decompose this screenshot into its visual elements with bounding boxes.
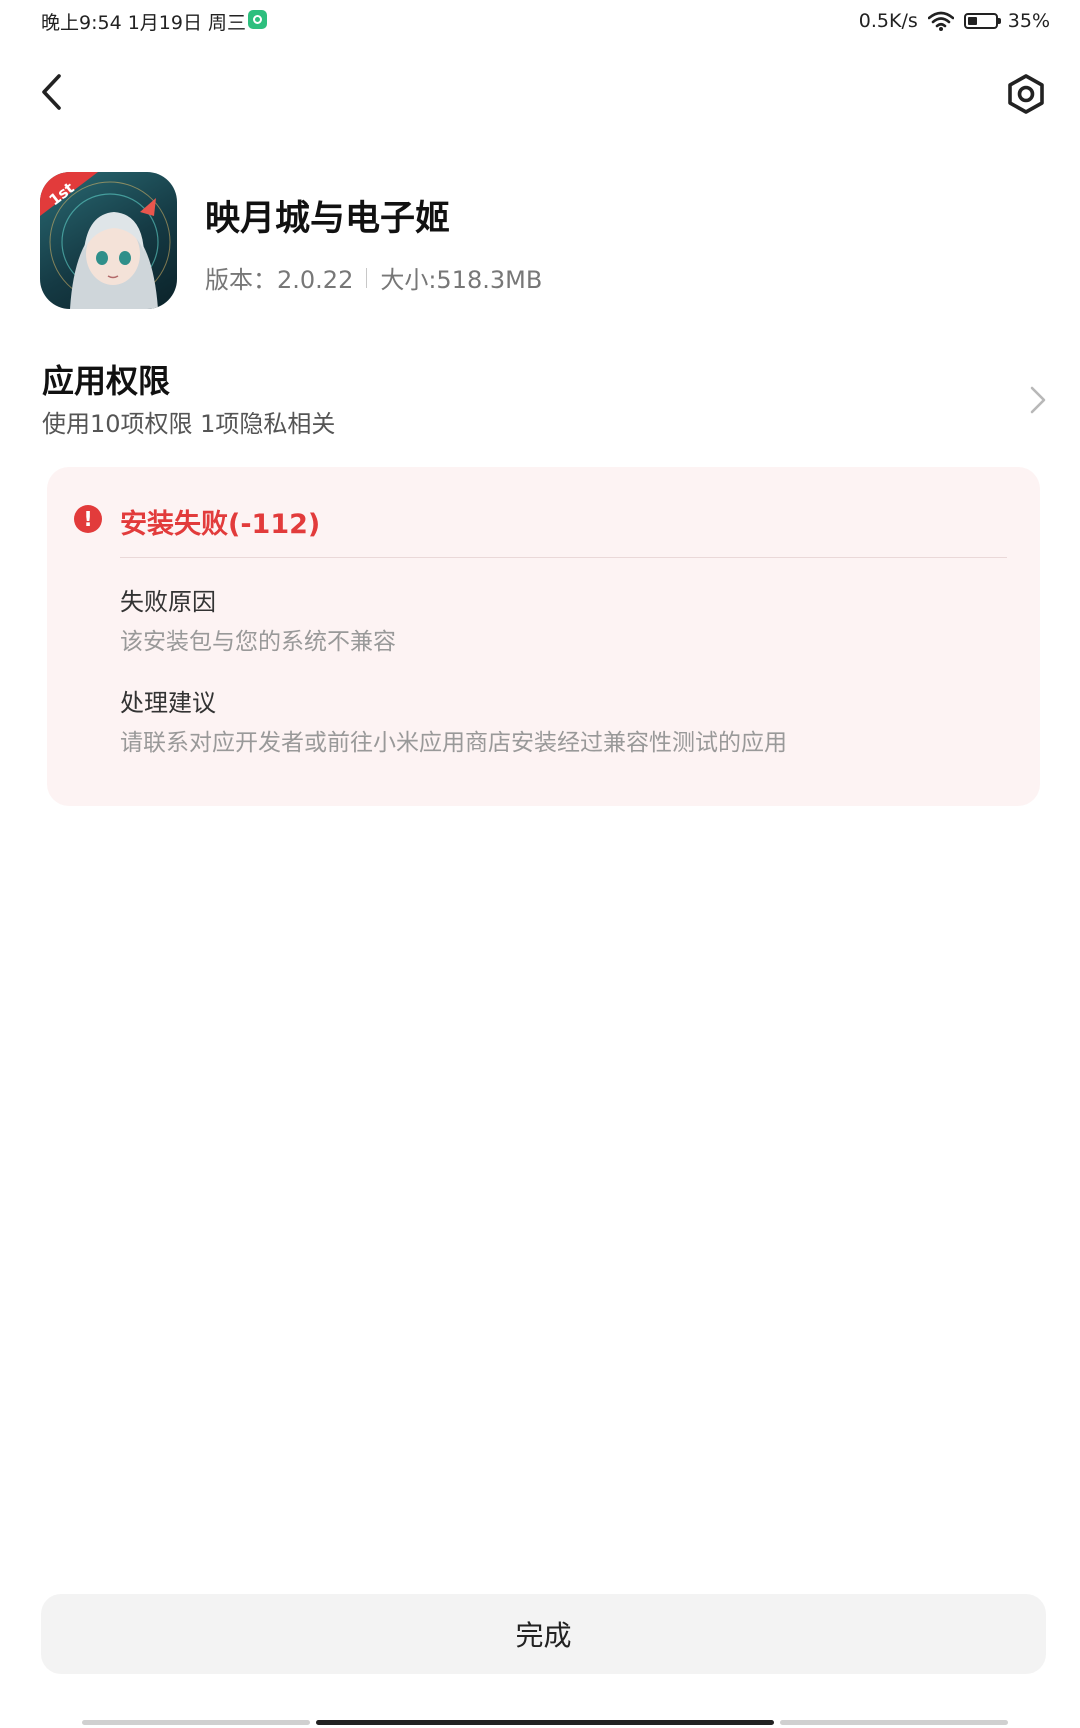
status-time: 晚上9:54 1月19日 周三 [41,12,247,34]
suggestion-label: 处理建议 [120,689,216,717]
nav-handle-right [780,1720,1008,1725]
nav-handle-center[interactable] [316,1720,774,1725]
suggestion-text: 请联系对应开发者或前往小米应用商店安装经过兼容性测试的应用 [120,730,787,756]
status-right: 0.5K/s 35% [859,8,1050,34]
settings-button[interactable] [1002,70,1050,118]
app-icon: 1st [40,172,177,309]
app-meta: 版本：2.0.22 大小:518.3MB [205,260,542,295]
permissions-row[interactable]: 应用权限 使用10项权限 1项隐私相关 [0,352,1080,452]
permissions-title: 应用权限 [42,362,171,400]
meta-divider [366,267,368,288]
app-version: 版本：2.0.22 [205,266,354,294]
back-arrow-icon [42,74,61,110]
app-name: 映月城与电子姬 [205,199,451,239]
failure-reason-label: 失败原因 [120,588,216,616]
status-bar: 晚上9:54 1月19日 周三 0.5K/s 35% [0,0,1080,44]
install-error-card: ! 安装失败(-112) 失败原因 该安装包与您的系统不兼容 处理建议 请联系对… [47,467,1040,806]
done-button[interactable]: 完成 [41,1594,1046,1674]
error-alert-icon: ! [74,505,102,533]
failure-reason-text: 该安装包与您的系统不兼容 [120,629,396,655]
notification-app-icon [248,10,267,29]
nav-handle-left [82,1720,310,1725]
permissions-subtitle: 使用10项权限 1项隐私相关 [42,410,336,438]
back-button[interactable] [30,70,74,114]
wifi-icon [927,11,954,31]
error-title: 安装失败(-112) [120,509,321,540]
app-size: 大小:518.3MB [380,266,543,294]
battery-level: 35% [1007,10,1050,32]
app-artwork-icon: 1st [40,172,171,309]
network-speed: 0.5K/s [858,10,918,32]
battery-icon [963,13,1001,29]
error-divider [120,557,1007,558]
settings-hexagon-icon [1008,74,1044,114]
chevron-right-icon [1030,386,1046,414]
